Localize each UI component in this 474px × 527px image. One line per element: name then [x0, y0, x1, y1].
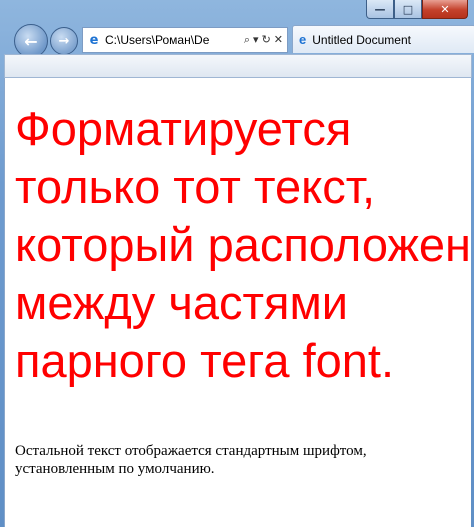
dropdown-icon[interactable]: ▾: [253, 33, 259, 47]
minimize-button[interactable]: —: [366, 0, 394, 19]
default-font-text: Остальной текст отображается стандартным…: [15, 443, 367, 477]
close-button[interactable]: ✕: [422, 0, 468, 19]
forward-button[interactable]: →: [50, 27, 78, 55]
tab-untitled-document[interactable]: e Untitled Document: [292, 25, 474, 53]
address-bar[interactable]: e C:\Users\Роман\De ⌕ ▾ ↻ ✕: [82, 27, 288, 53]
search-icon[interactable]: ⌕: [244, 33, 250, 47]
maximize-button[interactable]: □: [394, 0, 422, 19]
formatted-font-text: Форматируется только тот текст, который …: [15, 102, 472, 387]
refresh-icon[interactable]: ↻: [262, 33, 271, 47]
browser-window: — □ ✕ ← → e C:\Users\Роман\De ⌕ ▾ ↻ ✕ e …: [0, 0, 474, 527]
window-caption-buttons: — □ ✕: [366, 0, 468, 20]
address-tools: ⌕ ▾ ↻ ✕: [244, 33, 287, 47]
ie-icon: e: [299, 32, 307, 47]
ie-page-icon: e: [89, 32, 99, 48]
tab-title: Untitled Document: [312, 32, 411, 47]
page-content: Форматируется только тот текст, который …: [4, 78, 471, 527]
stop-icon[interactable]: ✕: [274, 33, 283, 47]
address-input[interactable]: C:\Users\Роман\De: [105, 33, 244, 47]
back-button[interactable]: ←: [14, 24, 48, 58]
command-bar: [4, 54, 472, 78]
